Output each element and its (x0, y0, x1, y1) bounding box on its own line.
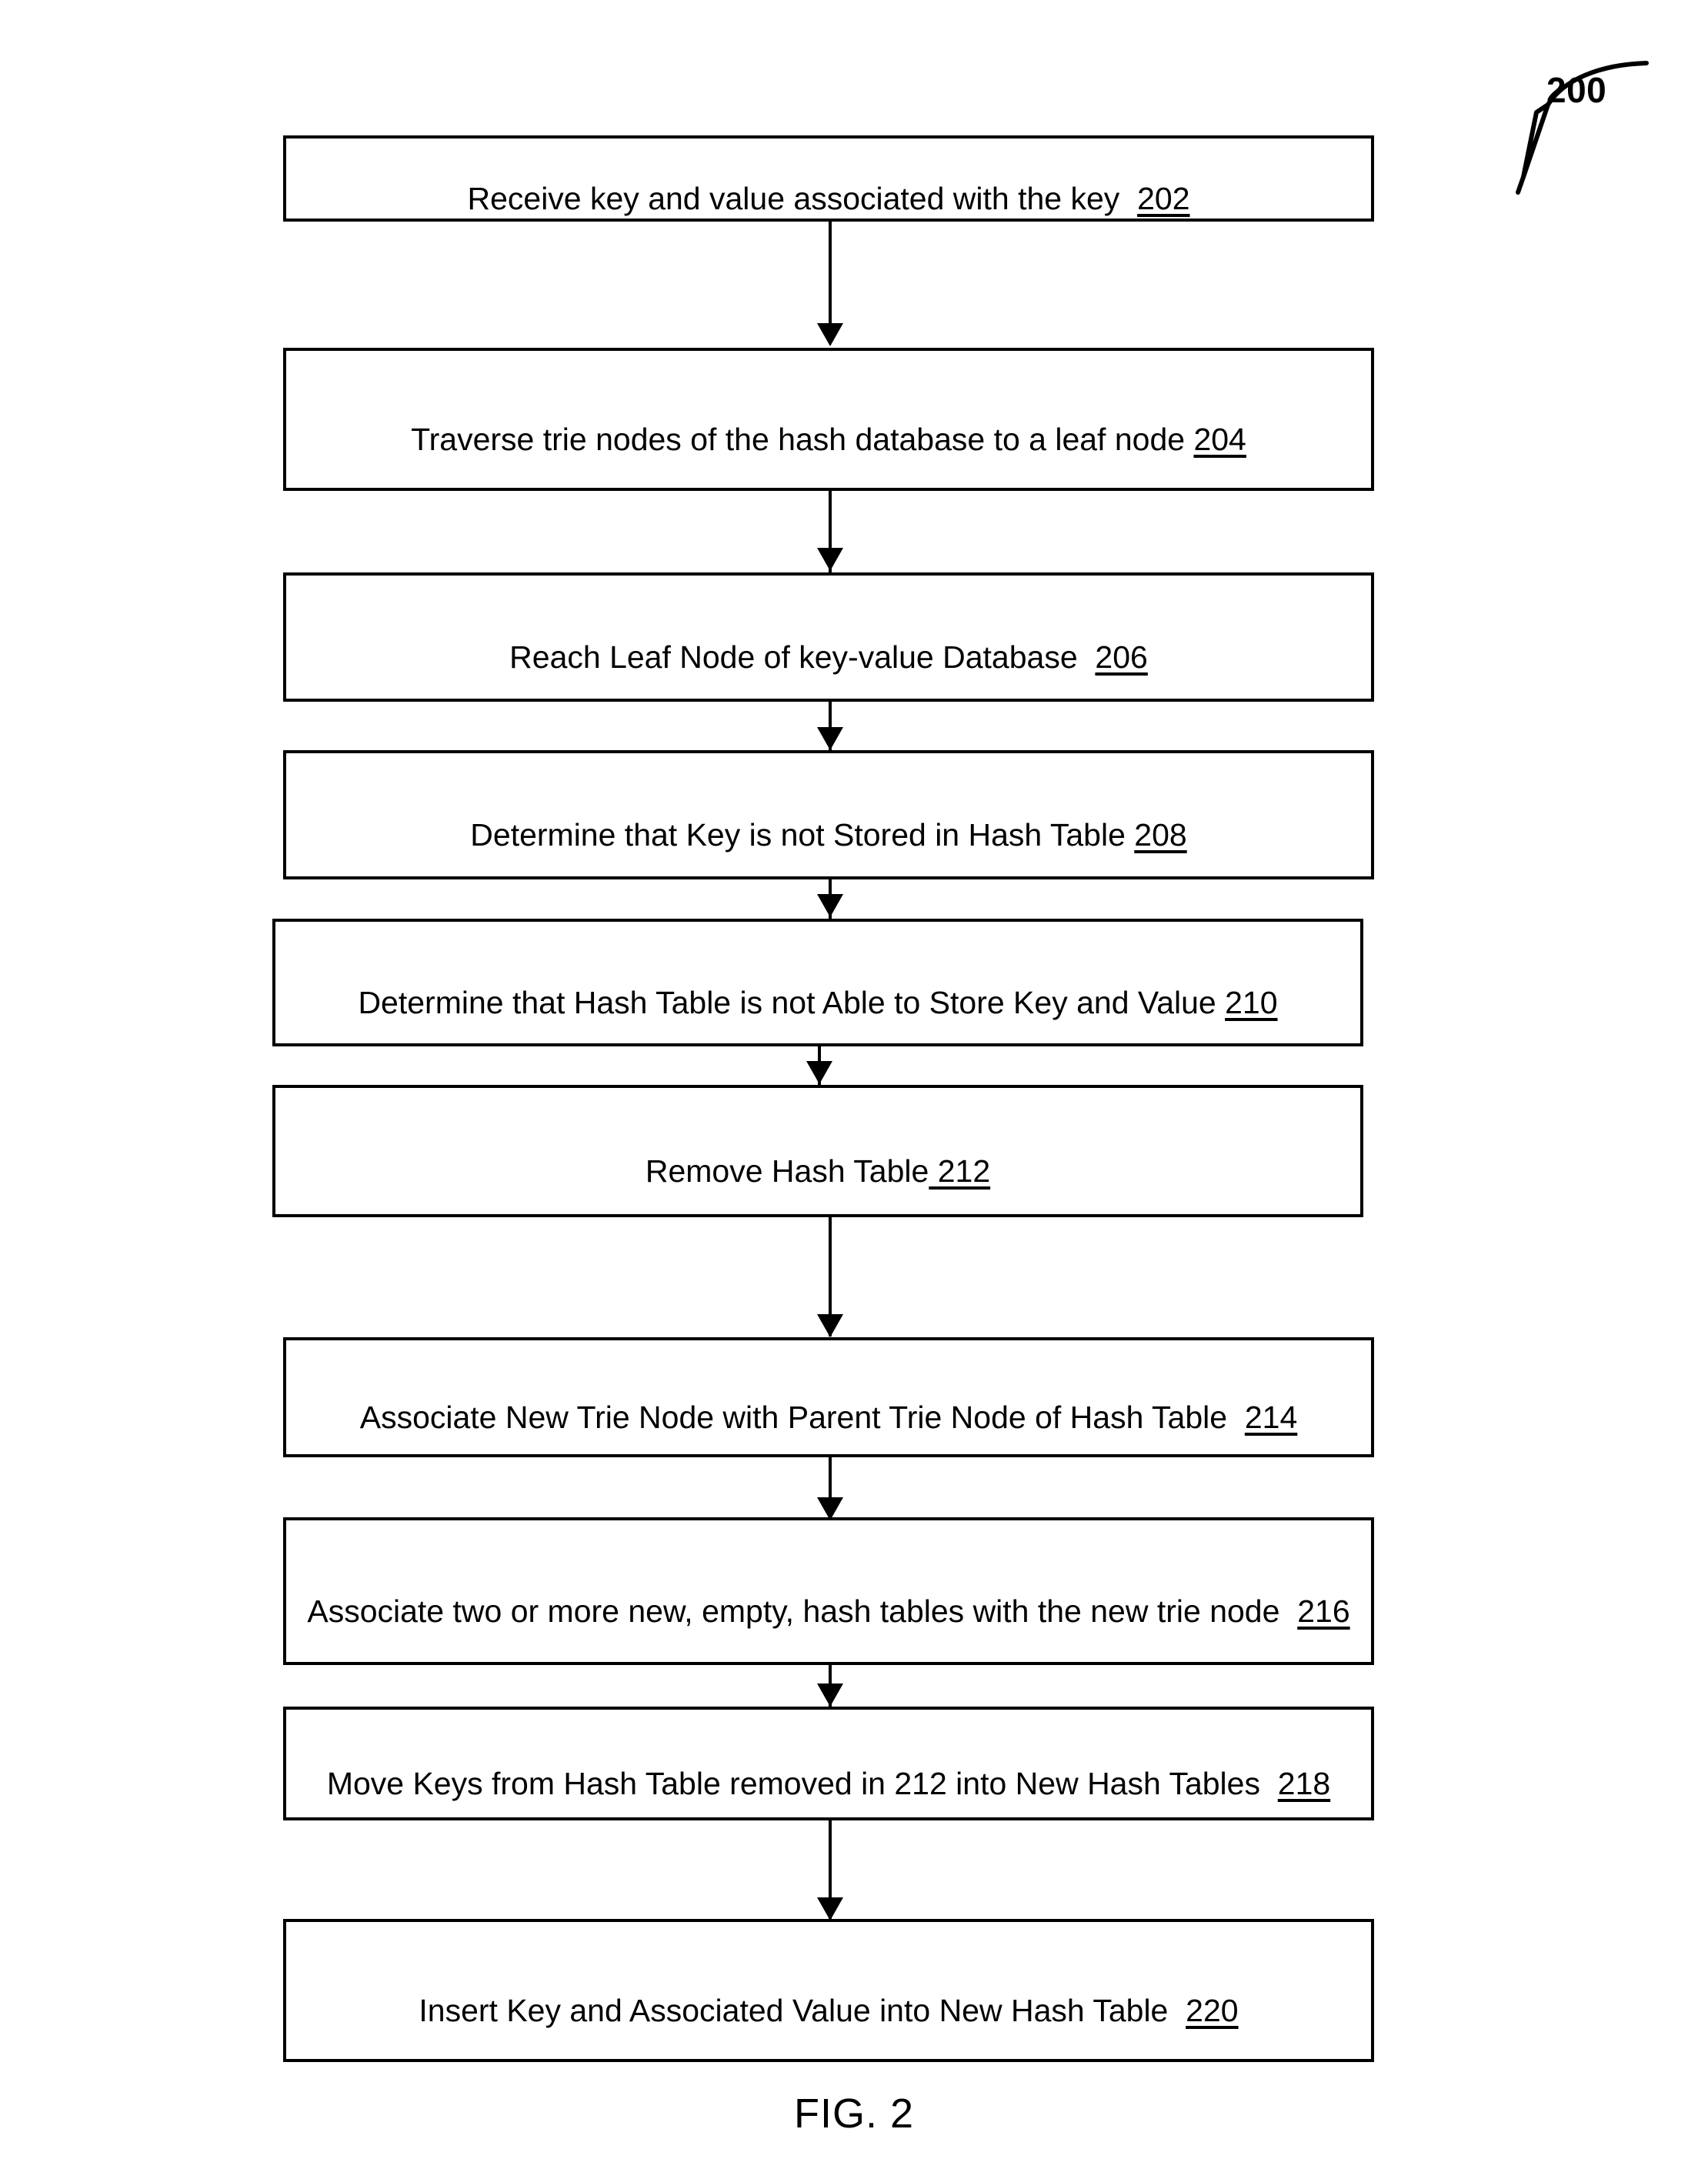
connector-202-204 (829, 222, 832, 328)
flow-step-206[interactable]: Reach Leaf Node of key-value Database 20… (283, 572, 1374, 702)
arrowhead-208-210 (817, 894, 843, 917)
flow-step-210[interactable]: Determine that Hash Table is not Able to… (272, 919, 1363, 1046)
flow-step-218-text: Move Keys from Hash Table removed in 212… (307, 1723, 1350, 1805)
flow-step-208-label: Determine that Key is not Stored in Hash… (470, 817, 1126, 853)
flow-step-208-text: Determine that Key is not Stored in Hash… (450, 774, 1206, 856)
flow-step-202-label: Receive key and value associated with th… (467, 181, 1120, 216)
flow-step-220[interactable]: Insert Key and Associated Value into New… (283, 1919, 1374, 2062)
arrowhead-212-214 (817, 1314, 843, 1337)
flow-step-218-label: Move Keys from Hash Table removed in 212… (326, 1766, 1260, 1801)
arrowhead-206-208 (817, 727, 843, 750)
patent-figure-page: 200 Receive key and value associated wit… (0, 0, 1708, 2179)
flow-step-220-label: Insert Key and Associated Value into New… (419, 1993, 1169, 2028)
flow-step-208-numeral: 208 (1134, 817, 1187, 853)
flow-step-218-numeral: 218 (1277, 1766, 1331, 1801)
flow-step-212[interactable]: Remove Hash Table 212 (272, 1085, 1363, 1217)
flow-step-214-text: Associate New Trie Node with Parent Trie… (340, 1356, 1318, 1439)
flow-step-206-numeral: 206 (1095, 639, 1148, 675)
flow-step-206-label: Reach Leaf Node of key-value Database (509, 639, 1078, 675)
flow-step-202-text: Receive key and value associated with th… (447, 138, 1209, 220)
arrowhead-202-204 (817, 323, 843, 346)
flow-step-204-numeral: 204 (1193, 422, 1246, 457)
arrowhead-204-206 (817, 548, 843, 571)
flow-step-202-numeral: 202 (1137, 181, 1190, 216)
reference-numeral-callout: 200 (1431, 46, 1685, 208)
flow-step-212-label: Remove Hash Table (645, 1153, 929, 1189)
flow-step-214-label: Associate New Trie Node with Parent Trie… (359, 1400, 1228, 1435)
arrowhead-210-212 (806, 1061, 832, 1084)
flow-step-206-text: Reach Leaf Node of key-value Database 20… (489, 596, 1168, 679)
flow-step-210-text: Determine that Hash Table is not Able to… (338, 942, 1297, 1024)
flow-step-216-text: Associate two or more new, empty, hash t… (287, 1550, 1369, 1633)
figure-caption: FIG. 2 (793, 2091, 915, 2137)
flow-step-218[interactable]: Move Keys from Hash Table removed in 212… (283, 1707, 1374, 1820)
flow-step-204-text: Traverse trie nodes of the hash database… (391, 379, 1266, 461)
flow-step-220-text: Insert Key and Associated Value into New… (399, 1950, 1258, 2032)
flow-step-214[interactable]: Associate New Trie Node with Parent Trie… (283, 1337, 1374, 1457)
flow-step-204[interactable]: Traverse trie nodes of the hash database… (283, 348, 1374, 491)
flow-step-216[interactable]: Associate two or more new, empty, hash t… (283, 1517, 1374, 1665)
flow-step-210-label: Determine that Hash Table is not Able to… (358, 985, 1216, 1020)
reference-numeral-label: 200 (1546, 70, 1607, 110)
arrowhead-216-218 (817, 1683, 843, 1707)
flow-step-212-text: Remove Hash Table 212 (625, 1110, 1010, 1193)
flow-step-220-numeral: 220 (1186, 1993, 1239, 2028)
arrowhead-218-220 (817, 1897, 843, 1920)
flow-step-214-numeral: 214 (1244, 1400, 1298, 1435)
flow-step-208[interactable]: Determine that Key is not Stored in Hash… (283, 750, 1374, 879)
flow-step-216-label: Associate two or more new, empty, hash t… (307, 1593, 1280, 1629)
flow-step-216-numeral: 216 (1297, 1593, 1350, 1629)
flow-step-202[interactable]: Receive key and value associated with th… (283, 135, 1374, 222)
flow-step-204-label: Traverse trie nodes of the hash database… (411, 422, 1186, 457)
flow-step-212-numeral: 212 (937, 1153, 991, 1189)
flow-step-210-numeral: 210 (1225, 985, 1278, 1020)
